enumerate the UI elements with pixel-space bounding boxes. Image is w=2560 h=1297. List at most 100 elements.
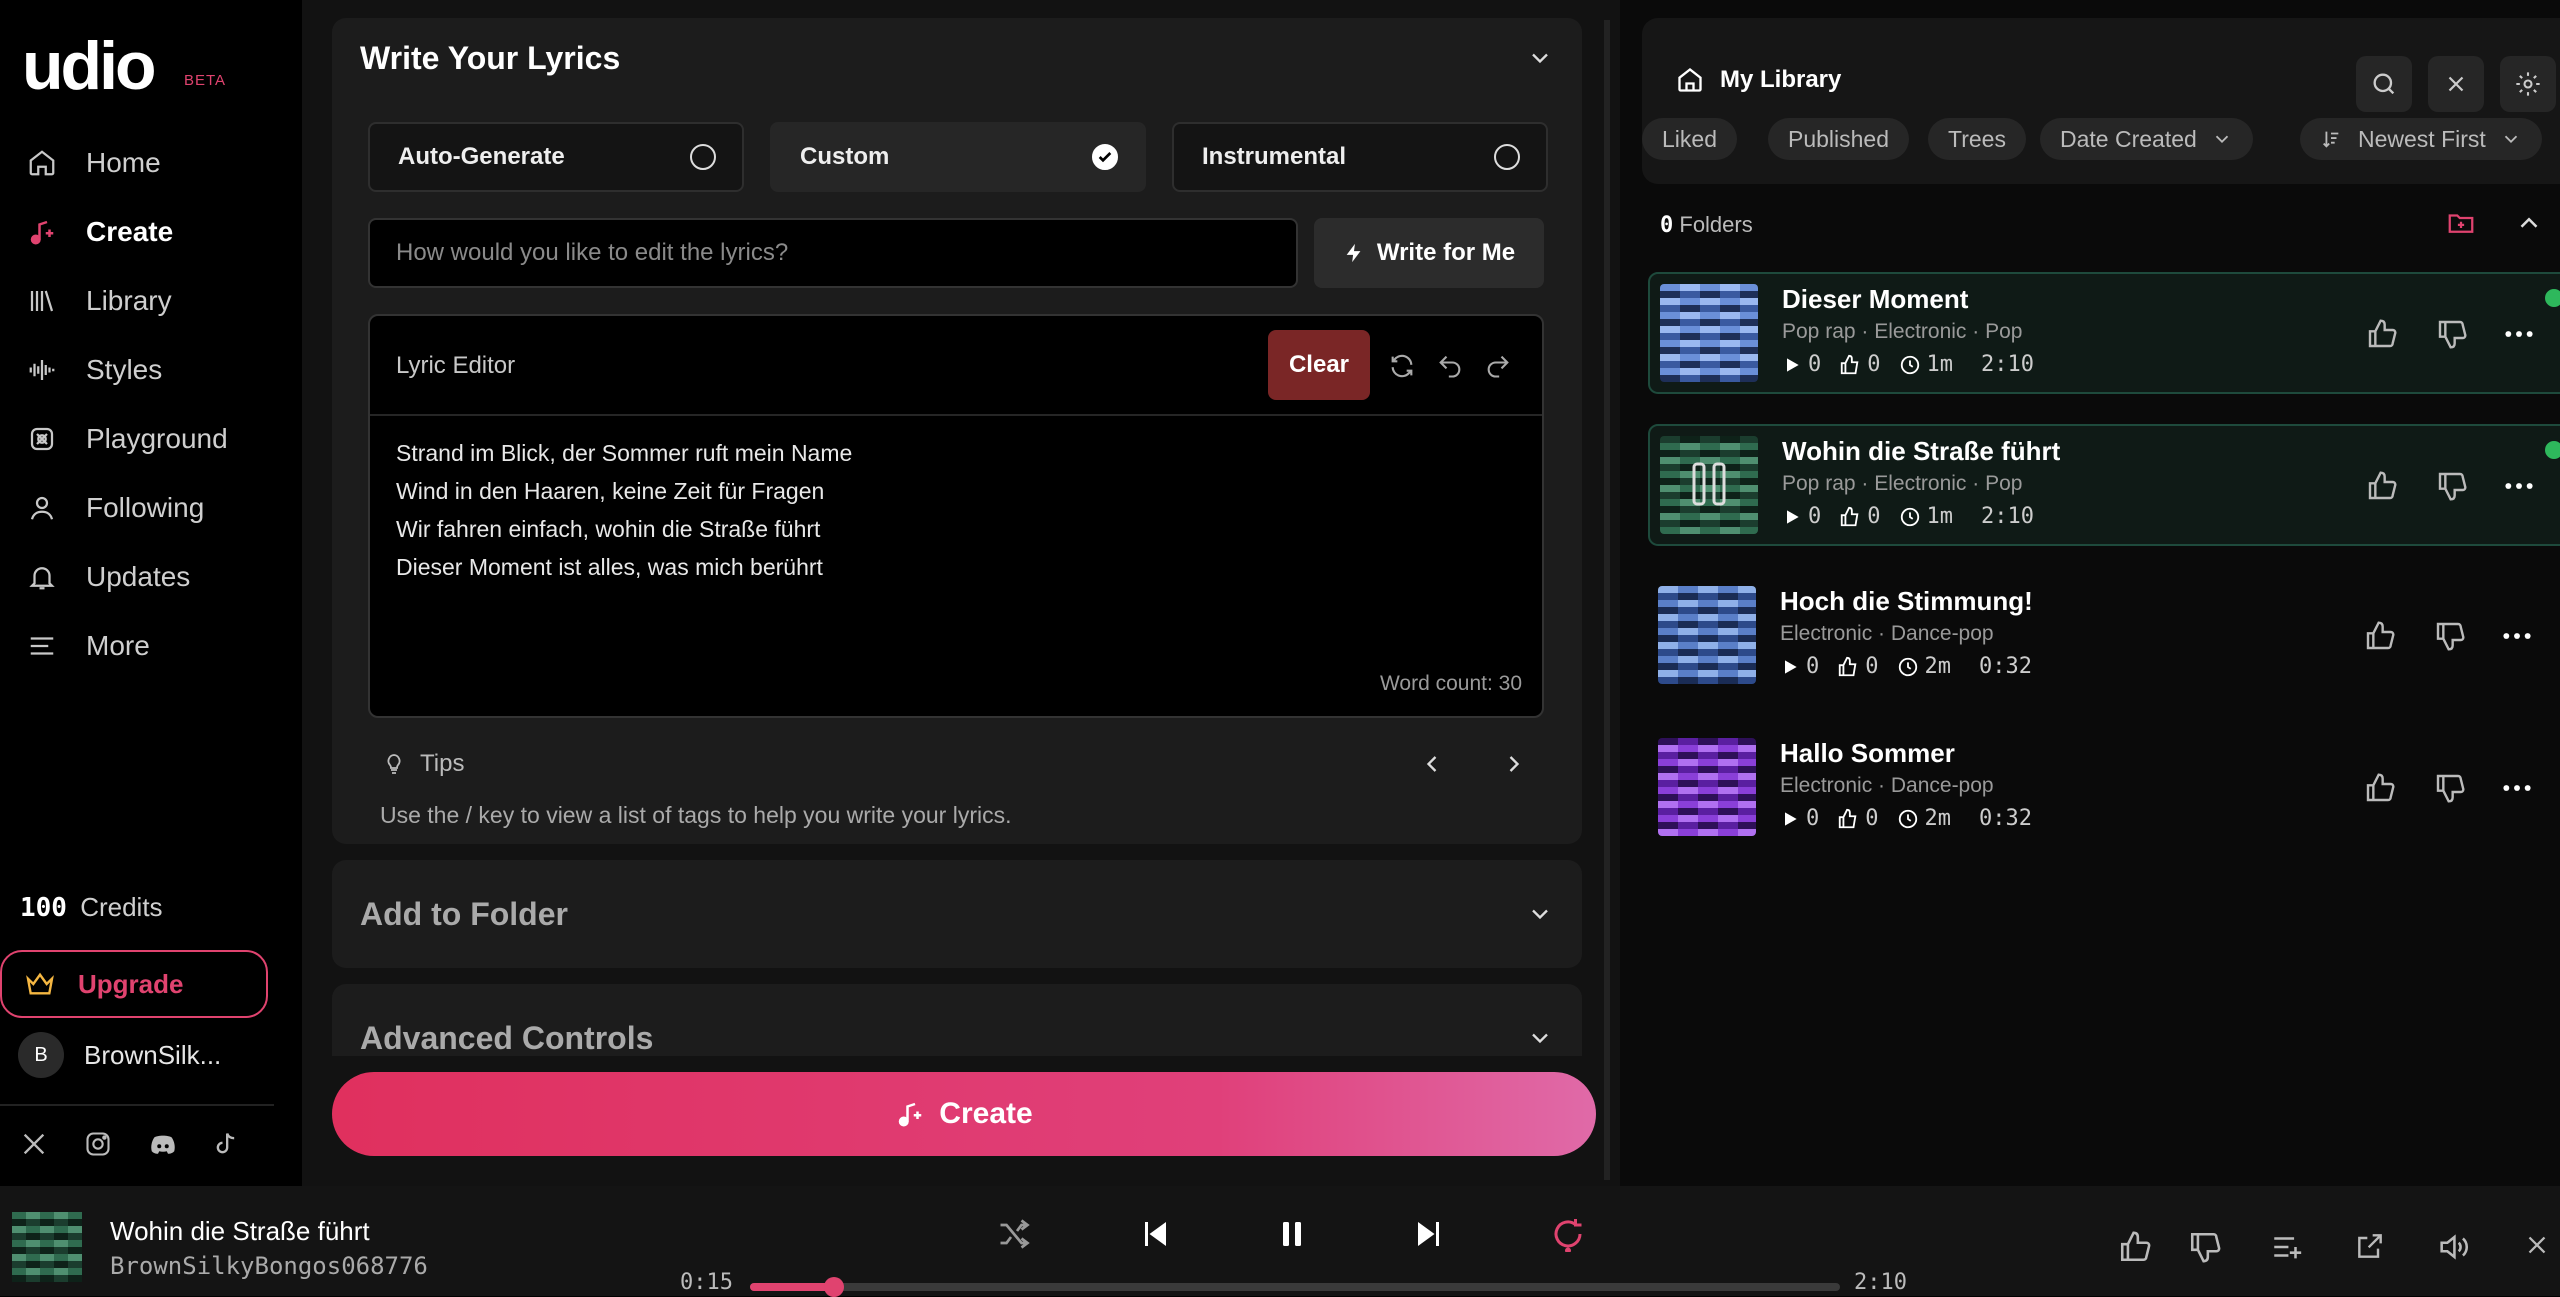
instagram-icon[interactable] xyxy=(84,1130,116,1162)
external-link-icon[interactable] xyxy=(2354,1230,2390,1266)
track-duration: 2:10 xyxy=(1981,504,2034,529)
shuffle-icon[interactable] xyxy=(996,1216,1036,1256)
user-menu[interactable]: B BrownSilk... xyxy=(18,1030,221,1080)
track-cover[interactable] xyxy=(1660,436,1758,534)
now-playing-artist[interactable]: BrownSilkyBongos068776 xyxy=(110,1252,428,1280)
nav-home[interactable]: Home xyxy=(0,134,302,192)
track-cover[interactable] xyxy=(1658,586,1756,684)
settings-button[interactable] xyxy=(2500,56,2556,112)
more-options-icon[interactable] xyxy=(2500,620,2532,652)
thumbs-up-icon[interactable] xyxy=(2118,1230,2154,1266)
panel-resize-handle[interactable] xyxy=(1604,20,1610,1180)
track-genres[interactable]: Electronic · Dance-pop xyxy=(1780,622,1994,646)
lyrics-prompt-input[interactable]: How would you like to edit the lyrics? xyxy=(368,218,1298,288)
clear-button[interactable]: Clear xyxy=(1268,330,1370,400)
more-options-icon[interactable] xyxy=(2500,772,2532,804)
option-auto-generate[interactable]: Auto-Generate xyxy=(368,122,744,192)
track-cover[interactable] xyxy=(1658,738,1756,836)
track-title[interactable]: Dieser Moment xyxy=(1782,284,1968,315)
radio-auto-generate[interactable] xyxy=(690,144,716,170)
lyrics-text[interactable]: Strand im Blick, der Sommer ruft mein Na… xyxy=(396,434,852,586)
next-icon[interactable] xyxy=(1412,1216,1452,1256)
search-button[interactable] xyxy=(2356,56,2412,112)
nav-playground[interactable]: Playground xyxy=(0,410,302,468)
now-playing-title[interactable]: Wohin die Straße führt xyxy=(110,1216,370,1247)
thumbs-up-icon[interactable] xyxy=(2366,470,2398,502)
redo-icon[interactable] xyxy=(1484,352,1514,382)
play-icon[interactable] xyxy=(1782,355,1802,375)
track-genres[interactable]: Pop rap · Electronic · Pop xyxy=(1782,320,2022,344)
track-row[interactable]: Dieser Moment Pop rap · Electronic · Pop 0… xyxy=(1648,272,2560,394)
pause-icon[interactable] xyxy=(1274,1216,1314,1256)
progress-bar[interactable] xyxy=(750,1277,1840,1297)
play-icon[interactable] xyxy=(1782,507,1802,527)
thumbs-up-icon[interactable] xyxy=(2364,772,2396,804)
nav-more[interactable]: More xyxy=(0,617,302,675)
create-button[interactable]: Create xyxy=(332,1072,1596,1156)
thumbs-up-icon[interactable] xyxy=(2366,318,2398,350)
udio-logo[interactable]: udio xyxy=(22,32,157,100)
thumbs-down-icon[interactable] xyxy=(2436,318,2468,350)
nav-following[interactable]: Following xyxy=(0,479,302,537)
track-genres[interactable]: Pop rap · Electronic · Pop xyxy=(1782,472,2022,496)
volume-icon[interactable] xyxy=(2436,1230,2472,1266)
radio-custom[interactable] xyxy=(1092,144,1118,170)
thumbs-up-icon[interactable] xyxy=(2364,620,2396,652)
track-row[interactable]: Hallo Sommer Electronic · Dance-pop 0 0 2m 0:… xyxy=(1648,728,2560,850)
library-title[interactable]: My Library xyxy=(1676,66,1841,94)
filter-trees[interactable]: Trees xyxy=(1928,118,2026,160)
undo-icon[interactable] xyxy=(1436,352,1466,382)
write-for-me-button[interactable]: Write for Me xyxy=(1314,218,1544,288)
repeat-icon[interactable] xyxy=(1550,1216,1590,1256)
track-title[interactable]: Hoch die Stimmung! xyxy=(1780,586,2033,617)
filter-liked[interactable]: Liked xyxy=(1642,118,1737,160)
nav-updates[interactable]: Updates xyxy=(0,548,302,606)
lightning-icon xyxy=(1346,243,1361,263)
chevron-right-icon[interactable] xyxy=(1500,750,1530,780)
thumbs-down-icon[interactable] xyxy=(2434,772,2466,804)
x-twitter-icon[interactable] xyxy=(20,1130,52,1162)
thumbs-down-icon[interactable] xyxy=(2436,470,2468,502)
now-playing-cover[interactable] xyxy=(12,1212,82,1282)
tiktok-icon[interactable] xyxy=(212,1130,244,1162)
add-to-folder-section[interactable]: Add to Folder xyxy=(332,860,1582,968)
sort-dropdown[interactable]: Newest First xyxy=(2300,118,2542,160)
thumbs-down-icon[interactable] xyxy=(2434,620,2466,652)
thumbs-down-icon[interactable] xyxy=(2188,1230,2224,1266)
upgrade-button[interactable]: Upgrade xyxy=(0,950,268,1018)
previous-icon[interactable] xyxy=(1136,1216,1176,1256)
track-cover[interactable] xyxy=(1660,284,1758,382)
more-options-icon[interactable] xyxy=(2502,318,2534,350)
chevron-down-icon[interactable] xyxy=(1526,44,1554,72)
play-icon[interactable] xyxy=(1780,657,1800,677)
lyric-editor[interactable]: Lyric Editor Clear Strand im Blick, der … xyxy=(368,314,1544,718)
radio-instrumental[interactable] xyxy=(1494,144,1520,170)
track-genres[interactable]: Electronic · Dance-pop xyxy=(1780,774,1994,798)
chevron-down-icon[interactable] xyxy=(1526,900,1554,928)
queue-icon[interactable] xyxy=(2270,1230,2306,1266)
discord-icon[interactable] xyxy=(148,1130,180,1162)
refresh-icon[interactable] xyxy=(1388,352,1418,382)
more-options-icon[interactable] xyxy=(2502,470,2534,502)
play-icon[interactable] xyxy=(1780,809,1800,829)
nav-styles[interactable]: Styles xyxy=(0,341,302,399)
close-button[interactable] xyxy=(2428,56,2484,112)
track-title[interactable]: Wohin die Straße führt xyxy=(1782,436,2060,467)
track-row[interactable]: Wohin die Straße führt Pop rap · Electron… xyxy=(1648,424,2560,546)
folders-label: Folders xyxy=(1679,212,1753,237)
nav-create[interactable]: Create xyxy=(0,203,302,261)
chevron-up-icon[interactable] xyxy=(2514,208,2546,240)
close-player-icon[interactable] xyxy=(2522,1230,2558,1266)
nav-library[interactable]: Library xyxy=(0,272,302,330)
filter-published[interactable]: Published xyxy=(1768,118,1910,160)
progress-knob[interactable] xyxy=(823,1277,844,1297)
chevron-down-icon[interactable] xyxy=(1526,1024,1554,1052)
advanced-controls-section[interactable]: Advanced Controls xyxy=(332,984,1582,1056)
track-title[interactable]: Hallo Sommer xyxy=(1780,738,1955,769)
new-folder-icon[interactable] xyxy=(2446,208,2478,240)
option-custom[interactable]: Custom xyxy=(770,122,1146,192)
option-instrumental[interactable]: Instrumental xyxy=(1172,122,1548,192)
filter-date-created[interactable]: Date Created xyxy=(2040,118,2253,160)
chevron-left-icon[interactable] xyxy=(1418,750,1448,780)
track-row[interactable]: Hoch die Stimmung! Electronic · Dance-pop… xyxy=(1648,576,2560,698)
